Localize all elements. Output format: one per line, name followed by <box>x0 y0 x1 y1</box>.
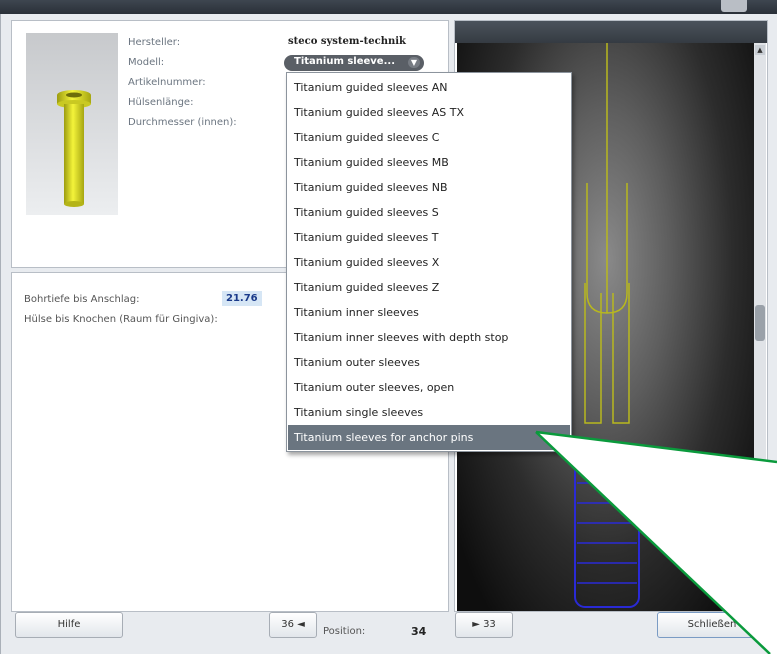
dropdown-item-selected[interactable]: Titanium sleeves for anchor pins <box>288 425 570 450</box>
viewer-scrollbar[interactable]: ▲ <box>754 43 766 611</box>
dropdown-item[interactable]: Titanium guided sleeves MB <box>288 150 570 175</box>
window-control-button[interactable] <box>721 0 747 12</box>
dropdown-item[interactable]: Titanium guided sleeves Z <box>288 275 570 300</box>
dropdown-item[interactable]: Titanium guided sleeves T <box>288 225 570 250</box>
title-bar <box>0 0 777 14</box>
dropdown-item[interactable]: Titanium outer sleeves <box>288 350 570 375</box>
manufacturer-value: steco system-technik <box>288 36 406 47</box>
dropdown-item[interactable]: Titanium outer sleeves, open <box>288 375 570 400</box>
model-select-value: Titanium sleeve... <box>294 56 395 67</box>
dropdown-item[interactable]: Titanium guided sleeves AN <box>288 75 570 100</box>
viewer-toolbar <box>455 21 767 43</box>
next-position-button[interactable]: ► 33 <box>455 612 513 638</box>
scroll-up-icon[interactable]: ▲ <box>755 45 765 55</box>
sleeve-length-label: Hülsenlänge: <box>128 97 194 108</box>
scrollbar-thumb[interactable] <box>755 305 765 341</box>
chevron-down-icon[interactable]: ▼ <box>408 57 420 68</box>
drill-depth-label: Bohrtiefe bis Anschlag: <box>24 294 140 305</box>
previous-position-button[interactable]: 36 ◄ <box>269 612 317 638</box>
dropdown-item[interactable]: Titanium guided sleeves AS TX <box>288 100 570 125</box>
help-button[interactable]: Hilfe <box>15 612 123 638</box>
article-number-label: Artikelnummer: <box>128 77 206 88</box>
dropdown-item[interactable]: Titanium inner sleeves with depth stop <box>288 325 570 350</box>
close-button[interactable]: Schließen <box>657 612 767 638</box>
sleeve-icon <box>57 90 91 207</box>
model-select[interactable]: Titanium sleeve... ▼ <box>284 55 424 71</box>
model-label: Modell: <box>128 57 165 68</box>
position-label: Position: <box>323 626 366 637</box>
dropdown-item[interactable]: Titanium guided sleeves NB <box>288 175 570 200</box>
drill-depth-value: 21.76 <box>222 291 262 306</box>
sleeve-preview-image <box>26 33 118 215</box>
gingiva-gap-label: Hülse bis Knochen (Raum für Gingiva): <box>24 314 218 325</box>
inner-diameter-label: Durchmesser (innen): <box>128 117 237 128</box>
dropdown-item[interactable]: Titanium guided sleeves C <box>288 125 570 150</box>
position-value: 34 <box>411 625 427 638</box>
manufacturer-label: Hersteller: <box>128 37 181 48</box>
dropdown-item[interactable]: Titanium guided sleeves S <box>288 200 570 225</box>
dropdown-item[interactable]: Titanium inner sleeves <box>288 300 570 325</box>
model-dropdown-list[interactable]: Titanium guided sleeves AN Titanium guid… <box>286 72 572 452</box>
dropdown-item[interactable]: Titanium single sleeves <box>288 400 570 425</box>
dropdown-item[interactable]: Titanium guided sleeves X <box>288 250 570 275</box>
